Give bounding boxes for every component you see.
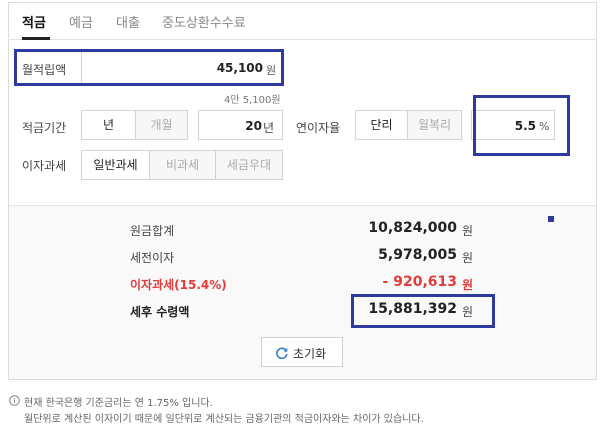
interest-label: 세전이자 — [130, 251, 175, 265]
tab-prepayment-fee[interactable]: 중도상환수수료 — [162, 12, 246, 31]
interest-unit: 원 — [462, 251, 474, 265]
net-amount-value: 15,881,392 — [368, 301, 457, 317]
net-amount-label: 세후 수령액 — [130, 305, 190, 319]
tab-deposit[interactable]: 예금 — [69, 12, 93, 31]
principal-label: 원금합계 — [130, 224, 175, 238]
refresh-icon — [276, 347, 288, 360]
tax-general-button[interactable]: 일반과세 — [81, 150, 150, 180]
active-tab-indicator — [22, 37, 50, 40]
tax-amount-unit: 원 — [462, 278, 474, 292]
tax-preferential-button[interactable]: 세금우대 — [215, 150, 283, 180]
tax-exempt-button[interactable]: 비과세 — [149, 150, 216, 180]
rate-simple-button[interactable]: 단리 — [355, 110, 408, 140]
rate-monthly-compound-button[interactable]: 월복리 — [407, 110, 462, 140]
tax-amount-value: - 920,613 — [382, 274, 457, 290]
net-amount-unit: 원 — [462, 305, 474, 319]
principal-value: 10,824,000 — [368, 220, 457, 236]
calculation-note: 월단위로 계산된 이자이기 때문에 일단위로 계산되는 금융기관의 적금이자와는… — [24, 414, 424, 425]
info-icon — [9, 395, 20, 406]
base-rate-note: 현재 한국은행 기준금리는 연 1.75% 입니다. — [24, 398, 213, 409]
tax-amount-label: 이자과세(15.4%) — [130, 278, 227, 292]
rate-value: 5.5 — [514, 119, 536, 133]
reset-button[interactable]: 초기화 — [261, 337, 343, 367]
period-unit: 년 — [263, 121, 275, 135]
principal-unit: 원 — [462, 224, 474, 238]
tab-savings[interactable]: 적금 — [22, 12, 46, 31]
rate-unit: % — [539, 120, 550, 133]
tab-loan[interactable]: 대출 — [116, 12, 140, 31]
monthly-deposit-label: 월적립액 — [22, 63, 67, 77]
period-unit-year-button[interactable]: 년 — [81, 110, 136, 140]
interest-value: 5,978,005 — [378, 247, 457, 263]
monthly-deposit-hint: 4만 5,100원 — [224, 95, 281, 106]
period-value: 20 — [245, 119, 262, 133]
monthly-deposit-unit: 원 — [266, 64, 277, 77]
period-label: 적금기간 — [22, 121, 67, 135]
period-unit-month-button[interactable]: 개월 — [135, 110, 188, 140]
tab-divider — [8, 39, 597, 40]
rate-label: 연이자율 — [296, 121, 341, 135]
marker-dot — [548, 216, 554, 222]
reset-label: 초기화 — [293, 347, 327, 361]
tax-type-label: 이자과세 — [22, 159, 67, 173]
monthly-deposit-value: 45,100 — [216, 61, 263, 75]
